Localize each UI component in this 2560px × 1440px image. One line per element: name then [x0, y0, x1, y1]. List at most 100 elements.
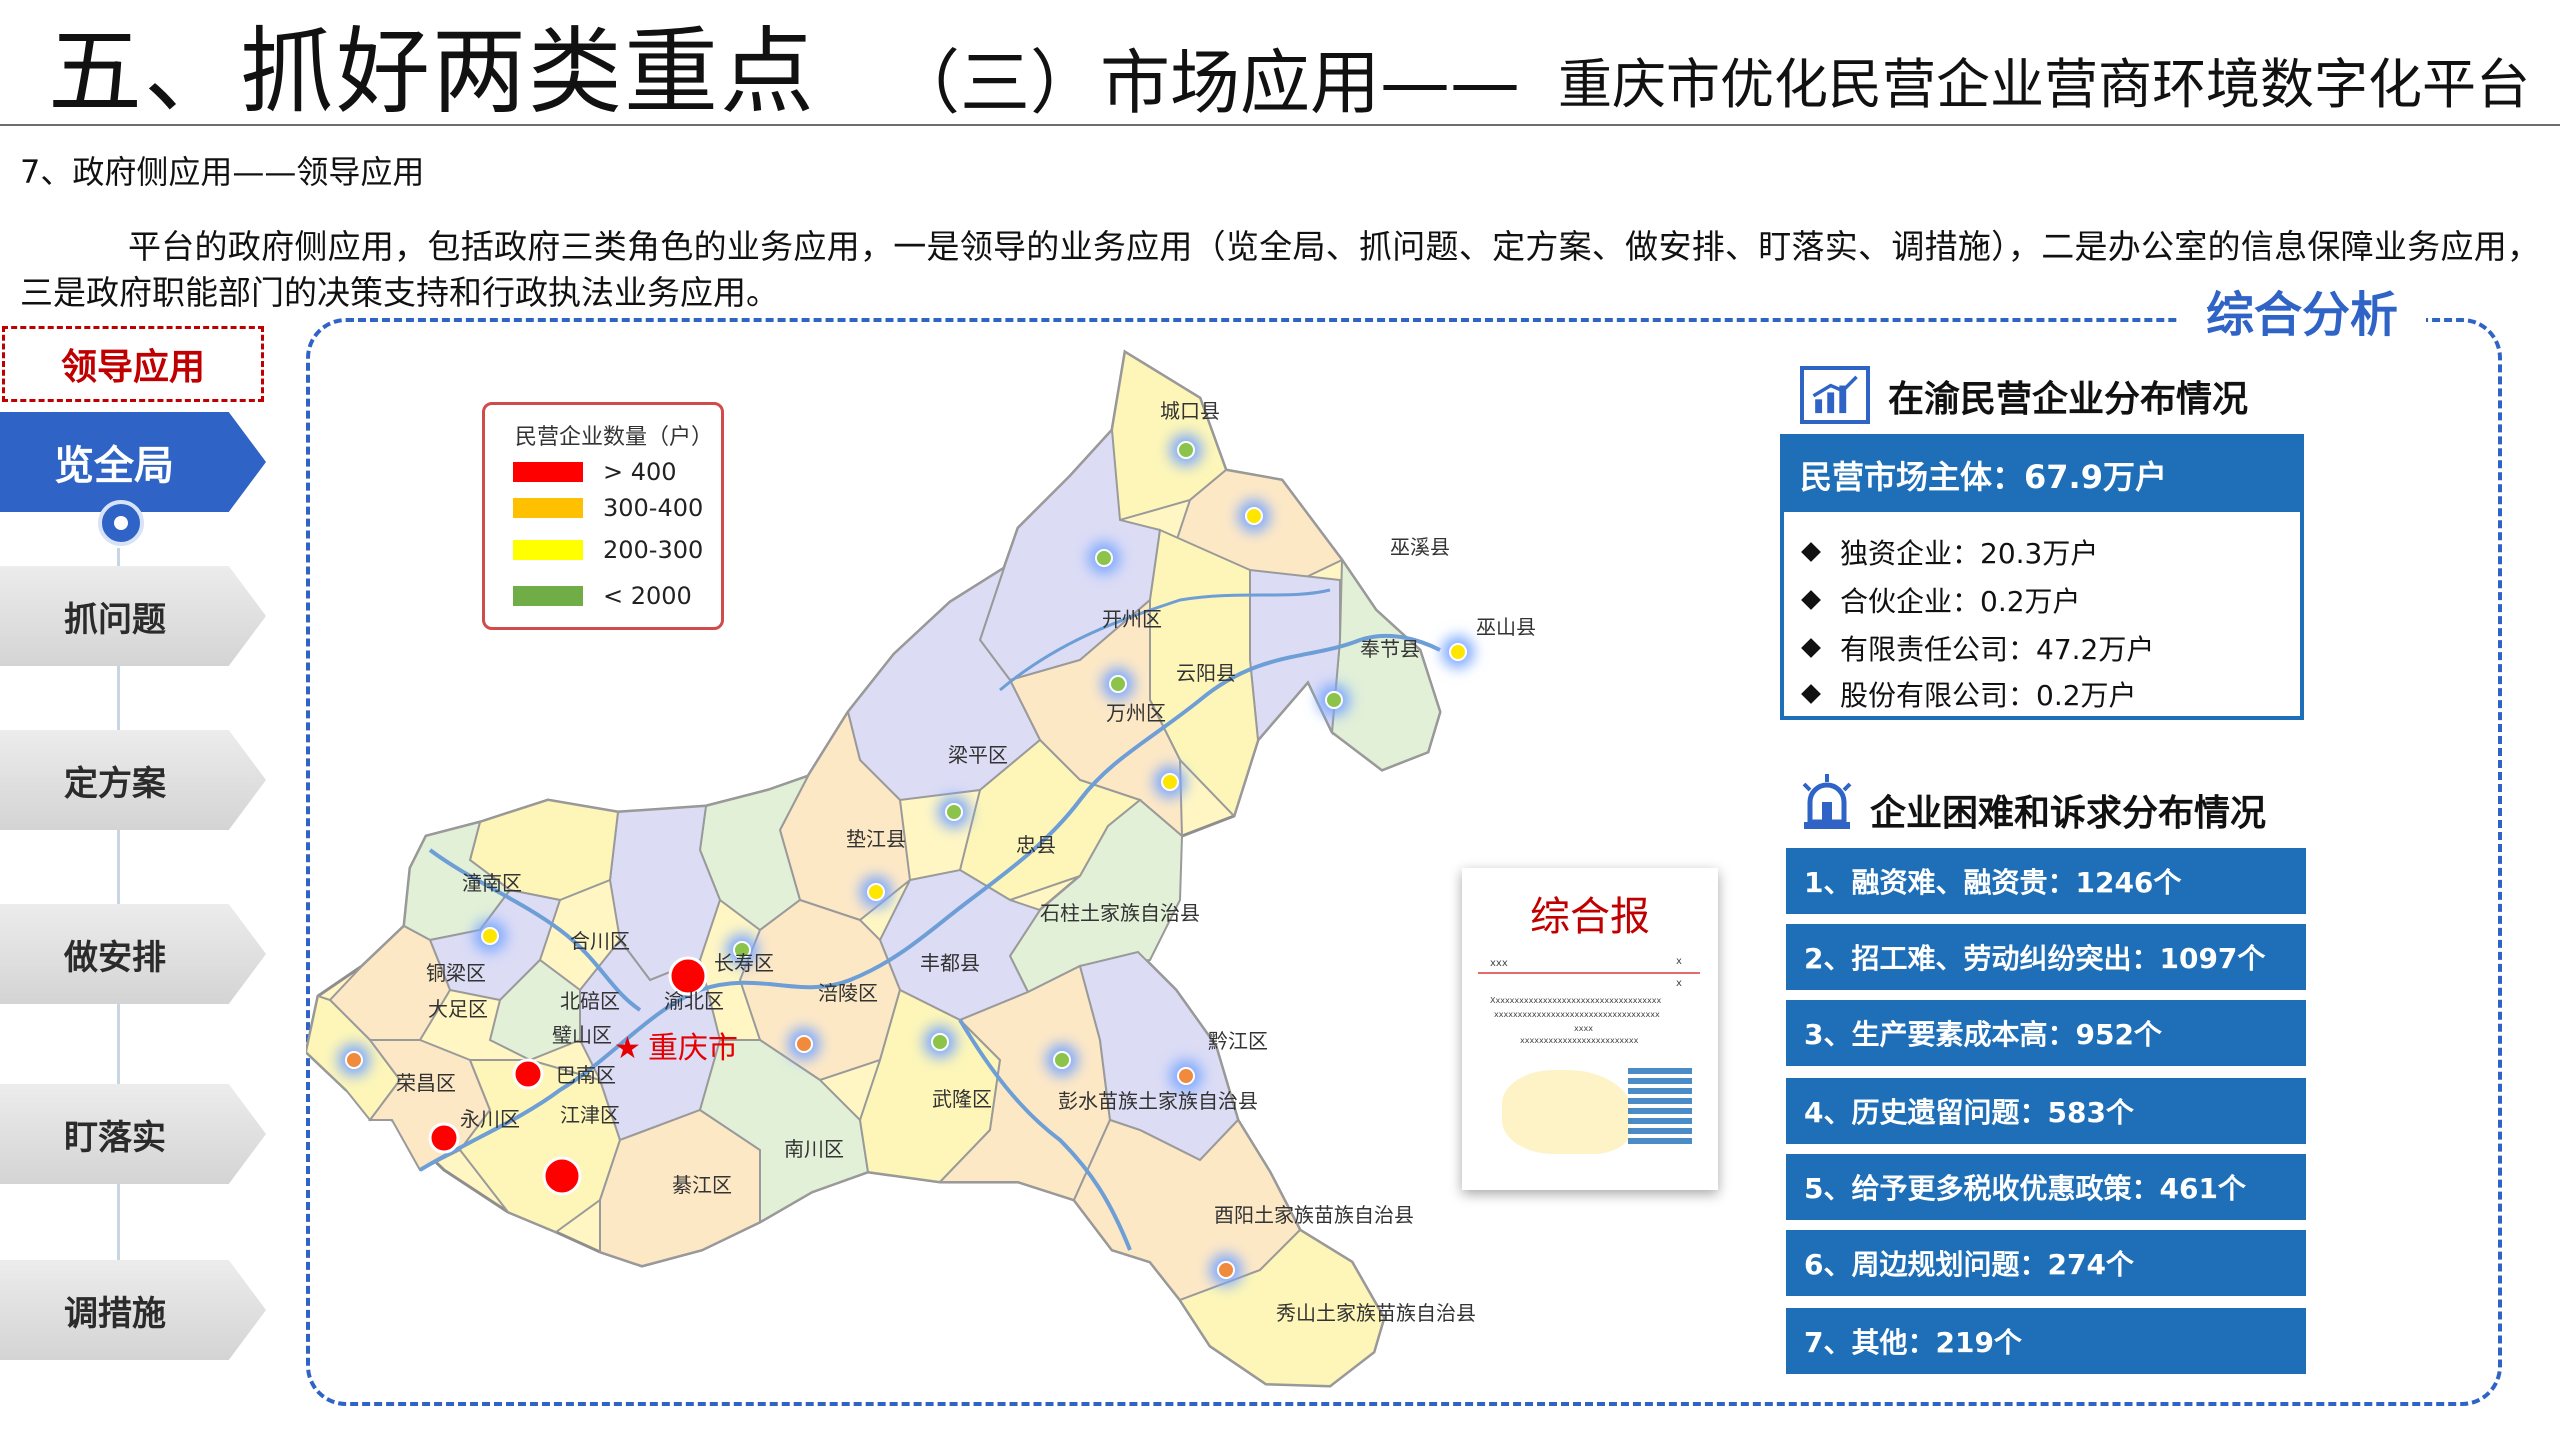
district-label: 城口县	[1160, 399, 1220, 423]
district-label: 丰都县	[920, 951, 980, 975]
marker-qianjiang-dot	[1177, 1067, 1195, 1085]
distribution-item-text: 合伙企业：0.2万户	[1840, 585, 2081, 618]
map-legend: 民营企业数量（户） > 400 300-400 200-300 < 2000	[482, 402, 724, 630]
legend-row: 200-300	[513, 535, 713, 565]
marker-wanzhou-dot	[1161, 773, 1179, 791]
district-label: 石柱土家族自治县	[1040, 901, 1200, 925]
district-label: 荣昌区	[396, 1071, 456, 1095]
needs-title: 企业困难和诉求分布情况	[1870, 793, 2267, 834]
district-label: 永川区	[460, 1107, 520, 1131]
slide-subtitle: （三）市场应用——	[890, 42, 1520, 124]
distribution-title: 在渝民营企业分布情况	[1888, 379, 2249, 420]
report-map-thumbnail	[1502, 1070, 1632, 1154]
marker-jiangjin	[542, 1156, 582, 1196]
report-text: x	[1676, 978, 1682, 989]
marker-fuling-dot	[795, 1035, 813, 1053]
marker-youyang-dot	[1217, 1261, 1235, 1279]
district-label: 巫山县	[1476, 615, 1536, 639]
marker-rongchang-dot	[345, 1051, 363, 1069]
need-item[interactable]: 4、历史遗留问题：583个	[1786, 1078, 2306, 1144]
distribution-item: 有限责任公司：47.2万户	[1801, 628, 2155, 668]
nav-item-problems[interactable]: 抓问题	[0, 566, 266, 666]
district-label: 璧山区	[552, 1023, 612, 1047]
distribution-item: 股份有限公司：0.2万户	[1801, 674, 2137, 714]
report-text: Xxxxxxxxxxxxxxxxxxxxxxxxxxxxxxxxxxxx	[1490, 996, 1662, 1005]
distribution-item-text: 独资企业：20.3万户	[1840, 537, 2099, 570]
need-item[interactable]: 1、融资难、融资贵：1246个	[1786, 848, 2306, 914]
marker-fengjie-dot	[1325, 691, 1343, 709]
district-label: 大足区	[428, 997, 488, 1021]
district-label: 涪陵区	[818, 981, 878, 1005]
legend-swatch-green	[513, 586, 583, 606]
district-label: 梁平区	[948, 743, 1008, 767]
diamond-bullet-icon	[1801, 684, 1821, 704]
marker-wushan-dot	[1449, 643, 1467, 661]
district-label: 武隆区	[932, 1087, 992, 1111]
legend-swatch-yellow	[513, 540, 583, 560]
need-item[interactable]: 3、生产要素成本高：952个	[1786, 1000, 2306, 1066]
marker-liangping-dot	[945, 803, 963, 821]
nav-item-plans[interactable]: 定方案	[0, 730, 266, 830]
district-label: 渝北区	[664, 989, 724, 1013]
marker-kaizhou-dot	[1095, 549, 1113, 567]
leader-app-tag: 领导应用	[2, 326, 264, 402]
marker-yongchuan	[428, 1122, 460, 1154]
district-label: 巴南区	[556, 1063, 616, 1087]
report-text: x	[1676, 956, 1682, 967]
report-divider	[1478, 972, 1700, 974]
nav-item-implementation[interactable]: 盯落实	[0, 1084, 266, 1184]
district-label: 奉节县	[1360, 637, 1420, 661]
district-label: 潼南区	[462, 871, 522, 895]
marker-tongnan-dot	[481, 927, 499, 945]
district-label: 云阳县	[1176, 661, 1236, 685]
need-item[interactable]: 2、招工难、劳动纠纷突出：1097个	[1786, 924, 2306, 990]
need-item[interactable]: 5、给予更多税收优惠政策：461个	[1786, 1154, 2306, 1220]
legend-label: > 400	[603, 458, 677, 486]
location-pin-icon	[98, 500, 144, 546]
district-label: 江津区	[560, 1103, 620, 1127]
capital-star-icon: ★	[614, 1031, 641, 1066]
district-label: 合川区	[570, 929, 630, 953]
district-label: 南川区	[784, 1137, 844, 1161]
district-label: 铜梁区	[426, 961, 486, 985]
district-label: 酉阳土家族苗族自治县	[1214, 1203, 1414, 1227]
nav-item-adjust-measures[interactable]: 调措施	[0, 1260, 266, 1360]
district-label: 垫江县	[846, 827, 906, 851]
legend-swatch-red	[513, 462, 583, 482]
distribution-item: 合伙企业：0.2万户	[1801, 580, 2081, 620]
platform-name: 重庆市优化民营企业营商环境数字化平台	[1558, 53, 2530, 116]
marker-chengkou-dot	[1177, 441, 1195, 459]
nav-item-overview[interactable]: 览全局	[0, 412, 266, 512]
marker-wulong-dot	[1053, 1051, 1071, 1069]
marker-yunyang-dot	[1109, 675, 1127, 693]
need-item[interactable]: 6、周边规划问题：274个	[1786, 1230, 2306, 1296]
legend-row: < 2000	[513, 581, 713, 611]
distribution-box: 民营市场主体：67.9万户 独资企业：20.3万户 合伙企业：0.2万户 有限责…	[1780, 434, 2304, 720]
legend-title: 民营企业数量（户）	[515, 425, 714, 450]
report-text: xxx	[1490, 958, 1508, 969]
legend-row: > 400	[513, 457, 713, 487]
capital-label: 重庆市	[648, 1031, 738, 1066]
slide-title: 五、抓好两类重点	[48, 18, 817, 127]
legend-swatch-orange	[513, 498, 583, 518]
marker-fengdu-dot	[931, 1033, 949, 1051]
legend-label: 200-300	[603, 536, 704, 564]
report-thumbnail[interactable]: 综合报 xxx x x Xxxxxxxxxxxxxxxxxxxxxxxxxxxx…	[1462, 868, 1718, 1190]
district-label: 开州区	[1102, 607, 1162, 631]
report-text: xxxxxxxxxxxxxxxxxxxxxxxxx	[1520, 1036, 1639, 1045]
legend-row: 300-400	[513, 493, 713, 523]
report-text: xxxx	[1574, 1024, 1593, 1033]
header-divider	[0, 124, 2560, 126]
diamond-bullet-icon	[1801, 542, 1821, 562]
district-label: 万州区	[1106, 701, 1166, 725]
marker-wuxi-dot	[1245, 507, 1263, 525]
need-item[interactable]: 7、其他：219个	[1786, 1308, 2306, 1374]
distribution-item-text: 有限责任公司：47.2万户	[1840, 633, 2155, 666]
district-label: 黔江区	[1208, 1029, 1268, 1053]
distribution-item: 独资企业：20.3万户	[1801, 532, 2099, 572]
map-region-wushan	[1330, 556, 1442, 772]
section-title: 7、政府侧应用——领导应用	[20, 153, 425, 191]
nav-item-arrangements[interactable]: 做安排	[0, 904, 266, 1004]
panel-title: 综合分析	[2178, 284, 2427, 346]
legend-label: 300-400	[603, 494, 704, 522]
